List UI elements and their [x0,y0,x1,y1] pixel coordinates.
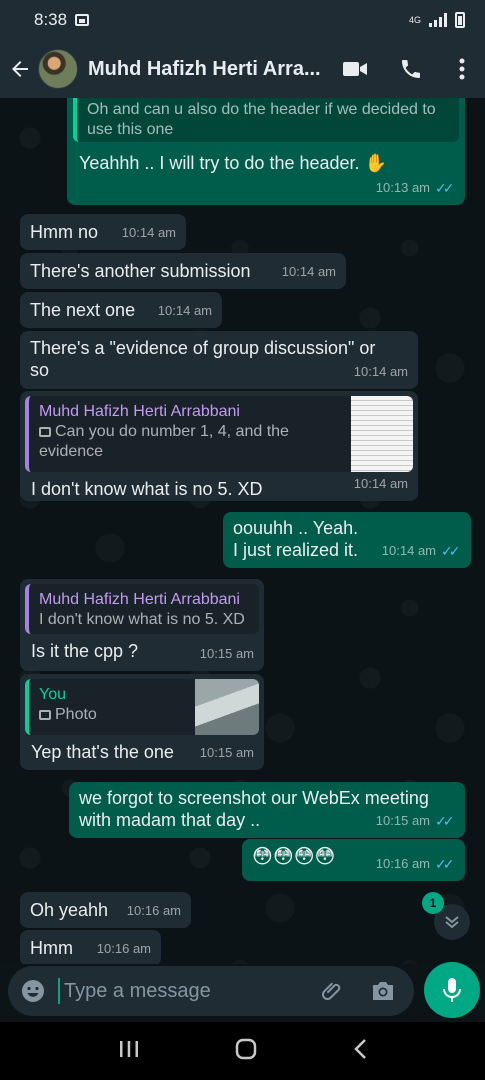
unread-count-badge: 1 [422,892,444,914]
message-time: 10:14 am [381,543,436,558]
nav-home-icon[interactable] [235,1038,257,1065]
quoted-message[interactable]: Muhd Hafizh Herti Arrabbani Can you do n… [25,396,413,472]
message-incoming[interactable]: Hmm 10:16 am [20,930,161,964]
video-call-icon[interactable] [327,40,383,98]
quoted-message[interactable]: You Photo [25,679,259,735]
message-meta: 10:16 am [97,938,151,960]
read-ticks-icon: ✓✓ [435,180,454,196]
message-incoming[interactable]: Oh yeahh 10:16 am [20,892,191,928]
message-time: 10:15 am [375,813,430,828]
message-time: 10:14 am [281,264,336,279]
message-time: 10:16 am [375,856,430,871]
message-meta: 10:16 am [127,900,181,922]
attach-icon[interactable] [308,966,358,1016]
signal-icon [429,13,447,27]
quoted-text: Photo [55,706,97,723]
message-time: 10:15 am [199,646,254,661]
message-incoming[interactable]: Muhd Hafizh Herti Arrabbani I don't know… [20,579,264,671]
message-outgoing[interactable]: Oh and can u also do the header if we de… [67,98,465,205]
image-notification-icon [75,14,90,26]
quoted-text: I don't know what is no 5. XD [39,611,245,628]
quoted-sender: Muhd Hafizh Herti Arrabbani [39,403,240,420]
message-outgoing[interactable]: we forgot to screenshot our WebEx meetin… [69,782,465,838]
message-meta: 10:14 am [354,473,408,495]
back-arrow-icon[interactable] [2,40,38,98]
message-incoming[interactable]: There's another submission 10:14 am [20,253,346,289]
mic-icon [443,978,461,1002]
message-meta: 10:15 am [200,643,254,665]
photo-thumbnail [195,679,259,735]
message-time: 10:14 am [157,303,212,318]
read-ticks-icon: ✓✓ [435,856,454,872]
battery-icon [455,12,465,28]
quoted-message[interactable]: Oh and can u also do the header if we de… [73,98,459,142]
quoted-text: Oh and can u also do the header if we de… [87,101,436,138]
message-time: 10:14 am [353,476,408,491]
more-vert-icon[interactable] [439,40,485,98]
message-time: 10:16 am [126,903,181,918]
message-meta: 10:14 am [354,361,408,383]
nav-recents-icon[interactable] [118,1040,140,1063]
status-time: 8:38 [34,10,68,29]
message-text: There's a "evidence of group discussion"… [30,338,376,380]
message-input[interactable] [58,978,308,1004]
quoted-text: Can you do number 1, 4, and the evidence [39,423,289,460]
message-outgoing[interactable]: 😳😳😳😳 10:16 am ✓✓ [242,839,465,881]
chat-area[interactable]: Oh and can u also do the header if we de… [0,98,485,964]
message-meta: 10:13 am ✓✓ [376,177,455,199]
photo-icon [39,427,51,437]
message-meta: 10:15 am [200,742,254,764]
emoji-icon[interactable] [8,966,58,1016]
chevron-down-icon [445,916,459,929]
photo-icon [39,710,51,720]
nav-back-icon[interactable] [353,1038,367,1065]
message-meta: 10:16 am ✓✓ [376,853,455,875]
read-ticks-icon: ✓✓ [435,813,454,829]
message-composer [8,966,414,1016]
mic-button[interactable] [424,962,480,1018]
message-meta: 10:14 am ✓✓ [382,540,461,562]
contact-name[interactable]: Muhd Hafizh Herti Arra... [88,58,324,81]
network-type: 4G [408,15,421,25]
camera-icon[interactable] [358,966,408,1016]
message-meta: 10:15 am ✓✓ [376,810,455,832]
message-meta: 10:14 am [158,300,212,322]
status-bar: 8:38 4G [0,0,485,40]
quoted-sender: Muhd Hafizh Herti Arrabbani [39,591,240,608]
message-text: Yeahhh .. I will try to do the header. ✋ [79,153,387,173]
system-nav-bar [0,1022,485,1080]
phone-icon[interactable] [383,40,439,98]
message-incoming[interactable]: Muhd Hafizh Herti Arrabbani Can you do n… [20,391,418,501]
read-ticks-icon: ✓✓ [441,543,460,559]
message-meta: 10:14 am [282,261,336,283]
chat-header: Muhd Hafizh Herti Arra... [0,40,485,98]
message-incoming[interactable]: There's a "evidence of group discussion"… [20,331,418,389]
message-time: 10:15 am [199,745,254,760]
message-incoming[interactable]: You Photo Yep that's the one 10:15 am [20,674,264,770]
quoted-message[interactable]: Muhd Hafizh Herti Arrabbani I don't know… [25,584,259,634]
avatar[interactable] [38,49,78,89]
message-time: 10:13 am [375,180,430,195]
message-time: 10:14 am [353,364,408,379]
message-time: 10:16 am [96,941,151,956]
message-incoming[interactable]: Hmm no 10:14 am [20,214,186,250]
message-incoming[interactable]: The next one 10:14 am [20,292,222,328]
quoted-sender: You [39,686,66,703]
message-meta: 10:14 am [122,222,176,244]
message-outgoing[interactable]: oouuhh .. Yeah. I just realized it. 10:1… [223,512,471,568]
document-thumbnail [351,396,413,472]
message-time: 10:14 am [121,225,176,240]
message-text: I don't know what is no 5. XD [31,479,263,499]
